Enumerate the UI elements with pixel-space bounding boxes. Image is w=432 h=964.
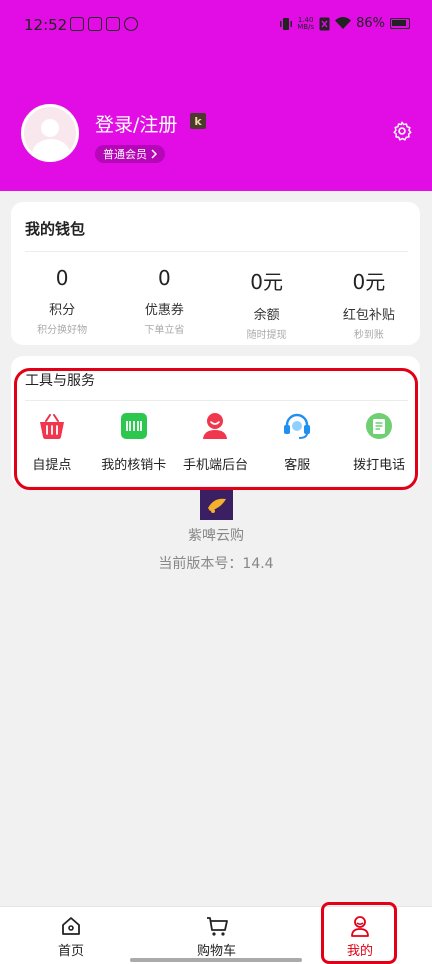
sim-icon: [319, 17, 330, 30]
battery-level: 86%: [356, 16, 385, 31]
app-logo: [200, 490, 233, 520]
notification-app-icon: [88, 17, 102, 31]
service-pickup-point[interactable]: 自提点: [11, 411, 93, 473]
services-title: 工具与服务: [25, 373, 95, 389]
login-register-link[interactable]: 登录/注册: [95, 110, 177, 137]
battery-icon: [390, 18, 410, 29]
vibrate-icon: [280, 17, 293, 30]
level-badge-icon: k: [190, 113, 206, 129]
wallet-items: 0 积分 积分换好物 0 优惠券 下单立省 0元 余额 随时提现 0元 红包补贴…: [11, 266, 420, 341]
status-bar: 12:52 1.40 MB/s 86%: [0, 0, 432, 50]
app-version: 当前版本号：14.4: [158, 556, 274, 572]
notification-app-icon: [70, 17, 84, 31]
wifi-icon: [335, 17, 352, 29]
member-level-tag[interactable]: 普通会员: [95, 145, 165, 163]
tab-mine[interactable]: 我的: [347, 915, 373, 959]
services-items: 自提点 我的核销卡 手机端后台 客服 拨打电话: [11, 411, 420, 473]
user-icon: [203, 413, 228, 439]
service-mobile-admin[interactable]: 手机端后台: [175, 411, 257, 473]
avatar[interactable]: [21, 104, 79, 162]
service-my-card[interactable]: 我的核销卡: [93, 411, 175, 473]
wallet-item-balance[interactable]: 0元 余额 随时提现: [216, 266, 318, 341]
wallet-item-points[interactable]: 0 积分 积分换好物: [11, 266, 113, 341]
wallet-title: 我的钱包: [25, 220, 86, 238]
tab-home[interactable]: 首页: [58, 915, 84, 959]
profile-header: 12:52 1.40 MB/s 86% 登录/注册 k 普通会员: [0, 0, 432, 191]
bottom-tab-bar: 首页 购物车 我的: [0, 906, 432, 964]
status-notification-icons: [70, 17, 138, 31]
wallet-item-coupons[interactable]: 0 优惠券 下单立省: [113, 266, 215, 341]
home-icon: [62, 917, 80, 935]
chevron-right-icon: [151, 149, 157, 159]
status-right: 1.40 MB/s 86%: [280, 16, 410, 31]
service-call-phone[interactable]: 拨打电话: [338, 411, 420, 473]
card-icon: [120, 413, 147, 439]
gear-icon[interactable]: [391, 120, 413, 142]
notification-app-icon: [124, 17, 138, 31]
cart-icon: [206, 917, 228, 936]
phone-note-icon: [366, 413, 393, 439]
logo-icon: [207, 498, 226, 513]
status-time: 12:52: [24, 16, 68, 34]
home-indicator[interactable]: [130, 958, 302, 962]
divider: [25, 251, 408, 252]
member-level-label: 普通会员: [103, 148, 147, 161]
profile-icon: [351, 916, 369, 937]
tab-cart[interactable]: 购物车: [197, 915, 236, 959]
headset-icon: [284, 413, 311, 439]
network-speed: 1.40 MB/s: [297, 15, 315, 31]
wallet-card: 我的钱包 0 积分 积分换好物 0 优惠券 下单立省 0元 余额 随时提现 0元…: [11, 202, 420, 345]
services-card: 工具与服务 自提点 我的核销卡 手机端后台 客服 拨打电话: [11, 356, 420, 486]
wallet-item-red-packet[interactable]: 0元 红包补贴 秒到账: [318, 266, 420, 341]
divider: [25, 400, 408, 401]
notification-app-icon: [106, 17, 120, 31]
service-customer-support[interactable]: 客服: [256, 411, 338, 473]
app-name: 紫啤云购: [188, 528, 244, 544]
basket-icon: [39, 414, 64, 439]
